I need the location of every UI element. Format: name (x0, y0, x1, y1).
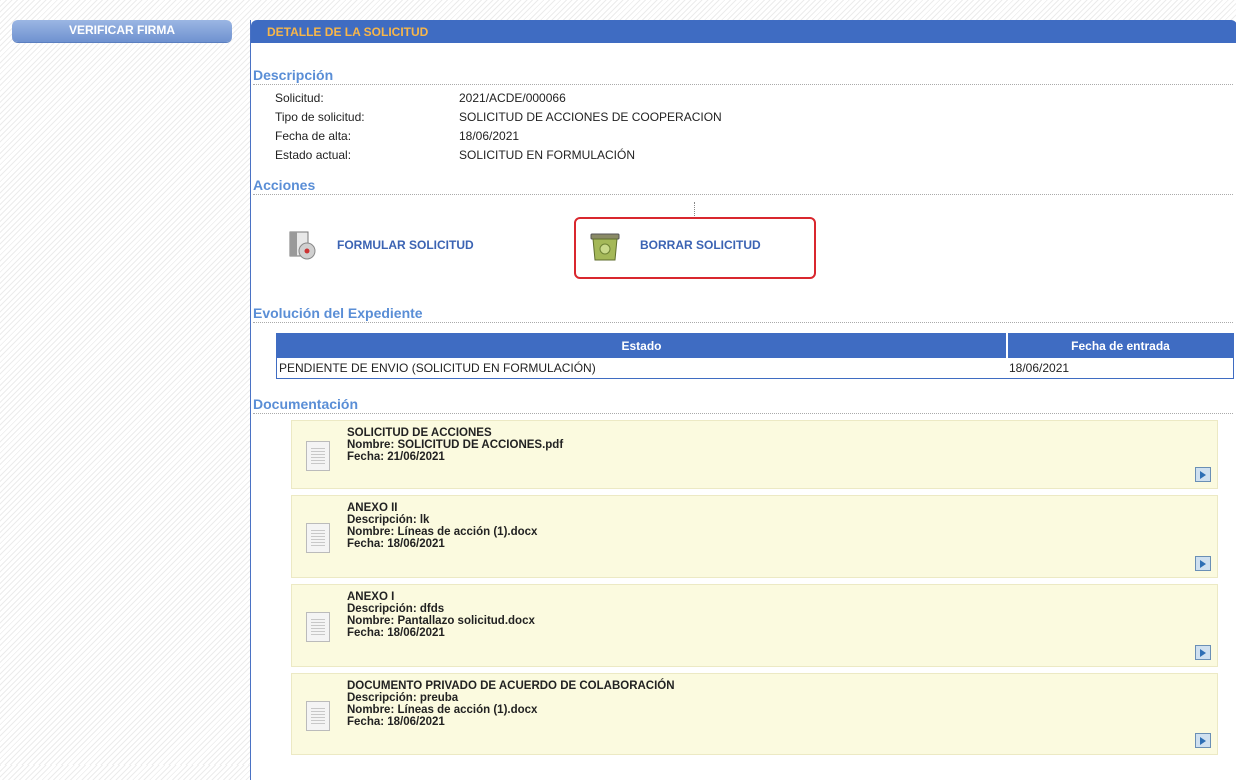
desc-label: Solicitud: (275, 91, 324, 105)
desc-row-tipo: Tipo de solicitud: SOLICITUD DE ACCIONES … (275, 110, 722, 124)
document-name: Nombre: Líneas de acción (1).docx (347, 526, 538, 538)
document-card: DOCUMENTO PRIVADO DE ACUERDO DE COLABORA… (291, 673, 1218, 755)
section-documentation-title: Documentación (253, 396, 1233, 414)
section-evolution-title: Evolución del Expediente (253, 305, 1233, 323)
download-icon[interactable] (1195, 733, 1211, 748)
delete-request-label: BORRAR SOLICITUD (640, 238, 761, 252)
trash-icon (588, 229, 620, 261)
cell-estado: PENDIENTE DE ENVIO (SOLICITUD EN FORMULA… (279, 361, 596, 375)
document-title: ANEXO I (347, 591, 395, 603)
formulate-request-button[interactable]: FORMULAR SOLICITUD (287, 229, 474, 261)
section-description-title: Descripción (253, 67, 1233, 85)
document-date: Fecha: 21/06/2021 (347, 451, 445, 463)
download-icon[interactable] (1195, 467, 1211, 482)
evolution-table: Estado Fecha de entrada PENDIENTE DE ENV… (276, 333, 1234, 379)
document-name: Nombre: SOLICITUD DE ACCIONES.pdf (347, 439, 564, 451)
formulate-document-icon (287, 229, 319, 261)
document-name: Nombre: Líneas de acción (1).docx (347, 704, 538, 716)
document-name: Nombre: Pantallazo solicitud.docx (347, 615, 535, 627)
desc-label: Fecha de alta: (275, 129, 352, 143)
section-actions-title: Acciones (253, 177, 1233, 195)
column-header-fecha: Fecha de entrada (1007, 333, 1234, 358)
formulate-request-label: FORMULAR SOLICITUD (337, 238, 474, 252)
document-date: Fecha: 18/06/2021 (347, 716, 445, 728)
document-title: DOCUMENTO PRIVADO DE ACUERDO DE COLABORA… (347, 680, 675, 692)
document-card: SOLICITUD DE ACCIONES Nombre: SOLICITUD … (291, 420, 1218, 489)
document-date: Fecha: 18/06/2021 (347, 627, 445, 639)
delete-request-button[interactable]: BORRAR SOLICITUD (588, 229, 761, 261)
download-icon[interactable] (1195, 556, 1211, 571)
document-info: ANEXO I Descripción: dfds Nombre: Pantal… (347, 591, 535, 639)
download-icon[interactable] (1195, 645, 1211, 660)
desc-value: 2021/ACDE/000066 (459, 91, 566, 105)
desc-row-fecha-alta: Fecha de alta: 18/06/2021 (275, 129, 519, 143)
document-file-icon (306, 701, 330, 731)
document-info: SOLICITUD DE ACCIONES Nombre: SOLICITUD … (347, 427, 563, 463)
document-file-icon (306, 441, 330, 471)
document-card: ANEXO I Descripción: dfds Nombre: Pantal… (291, 584, 1218, 667)
document-info: DOCUMENTO PRIVADO DE ACUERDO DE COLABORA… (347, 680, 675, 728)
column-header-estado: Estado (276, 333, 1008, 358)
desc-row-solicitud: Solicitud: 2021/ACDE/000066 (275, 91, 566, 105)
request-detail-panel: DETALLE DE LA SOLICITUD Descripción Soli… (250, 20, 1236, 780)
desc-value: SOLICITUD EN FORMULACIÓN (459, 148, 636, 162)
document-file-icon (306, 523, 330, 553)
document-info: ANEXO II Descripción: lk Nombre: Líneas … (347, 502, 537, 550)
document-description: Descripción: preuba (347, 692, 459, 704)
desc-label: Tipo de solicitud: (275, 110, 365, 124)
document-title: SOLICITUD DE ACCIONES (347, 427, 492, 439)
document-description: Descripción: lk (347, 514, 430, 526)
document-card: ANEXO II Descripción: lk Nombre: Líneas … (291, 495, 1218, 578)
table-row: PENDIENTE DE ENVIO (SOLICITUD EN FORMULA… (277, 358, 1234, 379)
document-file-icon (306, 612, 330, 642)
document-description: Descripción: dfds (347, 603, 445, 615)
panel-header: DETALLE DE LA SOLICITUD (251, 20, 1236, 43)
desc-row-estado: Estado actual: SOLICITUD EN FORMULACIÓN (275, 148, 635, 162)
document-title: ANEXO II (347, 502, 398, 514)
cell-fecha: 18/06/2021 (1009, 361, 1070, 375)
divider (694, 202, 695, 216)
desc-value: SOLICITUD DE ACCIONES DE COOPERACION (459, 110, 722, 124)
desc-value: 18/06/2021 (459, 129, 520, 143)
document-date: Fecha: 18/06/2021 (347, 538, 445, 550)
desc-label: Estado actual: (275, 148, 352, 162)
verify-signature-button[interactable]: VERIFICAR FIRMA (12, 20, 232, 42)
